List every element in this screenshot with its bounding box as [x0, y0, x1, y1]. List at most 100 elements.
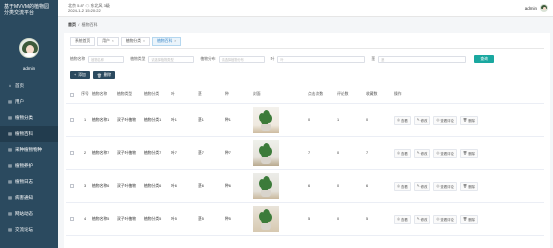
plant-thumbnail[interactable]: [253, 206, 279, 232]
tab-2[interactable]: 用户 ×: [97, 37, 119, 46]
checkbox-icon[interactable]: [70, 184, 74, 188]
sidebar-item-plant-info[interactable]: ▤ 植物百科: [0, 126, 58, 142]
sidebar-item-news[interactable]: ▤ 网站动态: [0, 206, 58, 222]
tab-4[interactable]: 植物百科 ×: [152, 37, 182, 46]
tab-bar: 系统首页 用户 × 植物分类 × 植物百科 ×: [70, 37, 182, 46]
action-label: 查看: [400, 217, 408, 222]
topbar-avatar[interactable]: [540, 4, 548, 12]
column-header: 植物名称: [92, 92, 108, 96]
view-button[interactable]: ◎ 查看: [394, 181, 411, 191]
select-all-checkbox[interactable]: [66, 92, 78, 97]
add-button[interactable]: + 添加: [70, 71, 90, 79]
delete-button[interactable]: 🗑 删除: [459, 214, 478, 224]
filter-input-3[interactable]: 请选择植物分布: [218, 55, 265, 63]
filter-input-5[interactable]: 茎: [378, 55, 467, 63]
view-icon: ◎: [397, 118, 400, 122]
close-icon[interactable]: ×: [112, 38, 114, 45]
view-button[interactable]: ◎ 查看: [394, 214, 411, 224]
action-label: 修改: [420, 151, 428, 156]
table-row[interactable]: 3 植物名称6 双子叶植物 植物分类6 叶6 茎6 种6 6 0 6 ◎ 查看 ✎ 修改 ◎ 查看评论 🗑 删除: [66, 170, 544, 203]
breadcrumb-current: 植物百科: [81, 22, 98, 27]
view-button[interactable]: ◎ 查看: [394, 115, 411, 125]
sidebar-item-collection[interactable]: ▤ 采种植物物种: [0, 142, 58, 158]
cell-favorites: 7: [366, 151, 369, 155]
sidebar-item-notice[interactable]: ▤ 病害通知: [0, 190, 58, 206]
breadcrumb-separator: /: [77, 22, 81, 27]
review-icon: ◎: [436, 118, 440, 122]
edit-button[interactable]: ✎ 修改: [413, 148, 431, 158]
cell-favorites: 6: [366, 184, 369, 188]
cell-idx: 4: [83, 217, 87, 221]
cell-seed: 种7: [225, 150, 231, 155]
delete-button[interactable]: 🗑 删除: [459, 181, 478, 191]
avatar[interactable]: [19, 38, 39, 58]
column-header: 植物类型: [117, 92, 133, 96]
plant-thumbnail[interactable]: [253, 173, 279, 199]
sidebar-item-home[interactable]: ⌂ 首页: [0, 78, 58, 94]
weather-widget: 北京 5.8° ☁ 东北风 3级 2024-1-2 15:20:22: [68, 3, 110, 13]
row-checkbox[interactable]: [66, 151, 78, 155]
sidebar-item-maintenance[interactable]: ▤ 植物养护: [0, 158, 58, 174]
review-button[interactable]: ◎ 查看评论: [433, 181, 457, 191]
sidebar-item-plant-category[interactable]: ▤ 植物分类: [0, 110, 58, 126]
cell-type: 双子叶植物: [117, 117, 136, 122]
action-label: 查看评论: [440, 217, 454, 222]
table-row[interactable]: 2 植物名称7 双子叶植物 植物分类7 叶7 茎7 种7 7 0 7 ◎ 查看 ✎ 修改 ◎ 查看评论 🗑 删除: [66, 137, 544, 170]
plant-thumbnail[interactable]: [253, 107, 279, 133]
filter-input-1[interactable]: 植物名称: [88, 55, 125, 63]
tab-3[interactable]: 植物分类 ×: [120, 37, 151, 46]
edit-button[interactable]: ✎ 修改: [413, 214, 431, 224]
tab-1[interactable]: 系统首页: [70, 37, 96, 46]
cell-category: 植物分类7: [144, 150, 162, 155]
checkbox-icon[interactable]: [70, 118, 74, 122]
search-button[interactable]: 查询: [474, 55, 495, 63]
edit-button[interactable]: ✎ 修改: [413, 181, 431, 191]
cell-category: 植物分类5: [144, 216, 162, 221]
close-icon[interactable]: ×: [174, 38, 176, 45]
review-icon: ◎: [436, 184, 440, 188]
sidebar-item-label: 植物养护: [15, 163, 33, 168]
delete-button[interactable]: 🗑 删除: [92, 71, 116, 79]
sidebar-item-label: 用户: [15, 99, 24, 104]
sidebar-item-user[interactable]: ▤ 用户: [0, 94, 58, 110]
review-button[interactable]: ◎ 查看评论: [433, 148, 457, 158]
topbar-username[interactable]: admin: [525, 6, 537, 11]
row-checkbox[interactable]: [66, 217, 78, 221]
filter-label: 茎: [371, 56, 376, 61]
column-header: 叶: [171, 92, 175, 96]
sidebar-item-forum[interactable]: ▤ 交流论坛: [0, 222, 58, 238]
filter-input-4[interactable]: 叶: [277, 55, 366, 63]
review-button[interactable]: ◎ 查看评论: [433, 214, 457, 224]
delete-button[interactable]: 🗑 删除: [459, 115, 478, 125]
breadcrumb-home[interactable]: 首页: [68, 22, 76, 27]
notice-icon: ▤: [8, 195, 12, 200]
table-row[interactable]: 4 植物名称5 双子叶植物 植物分类5 叶5 茎5 种5 5 0 5 ◎ 查看 ✎ 修改 ◎ 查看评论 🗑 删除: [66, 203, 544, 236]
tab-label: 植物百科: [157, 39, 173, 43]
cell-type: 双子叶植物: [117, 150, 136, 155]
review-button[interactable]: ◎ 查看评论: [433, 115, 457, 125]
column-header: 种: [225, 92, 229, 96]
row-checkbox[interactable]: [66, 118, 78, 122]
checkbox-icon[interactable]: [70, 92, 74, 97]
cell-leaf: 叶7: [171, 150, 177, 155]
checkbox-icon[interactable]: [70, 217, 74, 221]
view-button[interactable]: ◎ 查看: [394, 148, 411, 158]
edit-button[interactable]: ✎ 修改: [413, 115, 431, 125]
delete-icon: 🗑: [462, 151, 468, 155]
log-icon: ▤: [8, 179, 12, 184]
tab-label: 植物分类: [125, 39, 142, 43]
sidebar-item-label: 网站动态: [15, 211, 33, 216]
action-label: 查看: [400, 118, 408, 123]
sidebar-item-log[interactable]: ▤ 植物日志: [0, 174, 58, 190]
cell-comments: 0: [337, 184, 340, 188]
delete-button[interactable]: 🗑 删除: [459, 148, 478, 158]
checkbox-icon[interactable]: [70, 151, 74, 155]
row-checkbox[interactable]: [66, 184, 78, 188]
view-icon: ◎: [397, 217, 400, 221]
column-header: 评论数: [337, 92, 349, 96]
plant-thumbnail[interactable]: [253, 140, 279, 166]
close-icon[interactable]: ×: [143, 38, 145, 45]
sidebar-item-label: 交流论坛: [15, 227, 33, 232]
filter-input-2[interactable]: 请选择植物类型: [148, 55, 195, 63]
table-row[interactable]: 1 植物名称1 双子叶植物 植物分类1 叶1 茎1 种1 0 1 0 ◎ 查看 ✎ 修改 ◎ 查看评论 🗑 删除: [66, 104, 544, 137]
